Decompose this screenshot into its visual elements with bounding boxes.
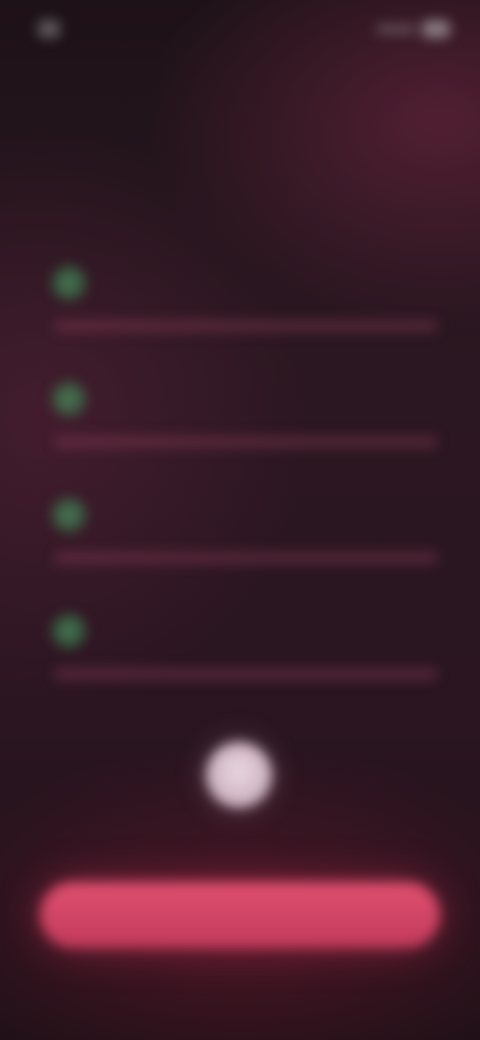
avatar — [206, 742, 272, 808]
battery-icon — [422, 20, 450, 38]
status-bar — [0, 0, 480, 60]
status-indicator-icon — [38, 20, 60, 38]
signal-icon — [376, 24, 416, 34]
list-item[interactable]: ✓ — [32, 228, 448, 344]
primary-action-button[interactable] — [40, 882, 440, 948]
item-bar — [54, 436, 438, 448]
item-bar — [54, 552, 438, 564]
list-item[interactable]: ✓ — [32, 460, 448, 576]
status-icons — [354, 18, 450, 40]
check-icon: ✓ — [52, 498, 86, 532]
list-item[interactable]: ✓ — [32, 344, 448, 460]
item-bar — [54, 320, 438, 332]
app-screen: ✓ ✓ ✓ ✓ — [0, 0, 480, 1040]
item-bar — [54, 668, 438, 680]
blurred-content: ✓ ✓ ✓ ✓ — [0, 0, 480, 1040]
check-icon: ✓ — [52, 614, 86, 648]
list-item[interactable]: ✓ — [32, 576, 448, 692]
check-icon: ✓ — [52, 266, 86, 300]
checklist: ✓ ✓ ✓ ✓ — [32, 228, 448, 692]
check-icon: ✓ — [52, 382, 86, 416]
